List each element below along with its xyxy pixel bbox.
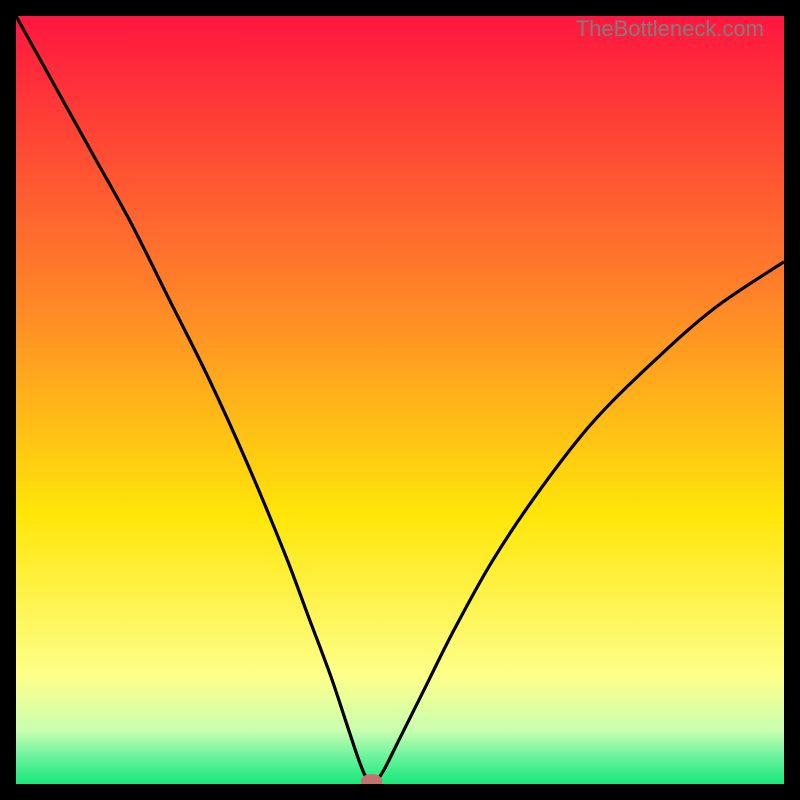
- watermark-text: TheBottleneck.com: [576, 16, 764, 42]
- bottleneck-chart: [16, 16, 784, 784]
- plot-area: TheBottleneck.com: [16, 16, 784, 784]
- gradient-background: [16, 16, 784, 784]
